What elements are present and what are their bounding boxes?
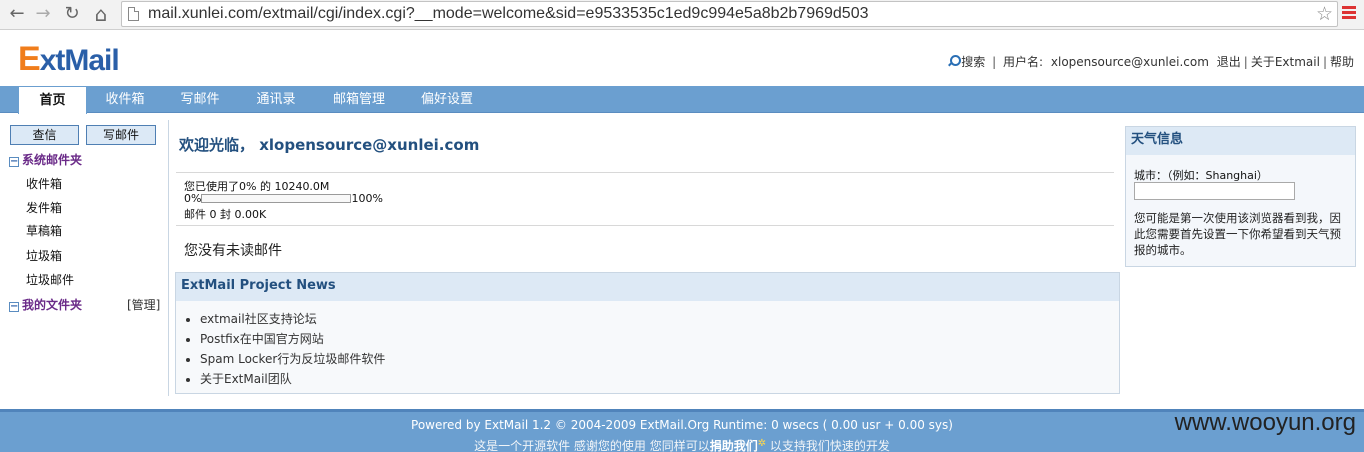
list-item: 关于ExtMail团队 (200, 369, 1119, 389)
browser-menu-icon[interactable] (1342, 6, 1356, 22)
footer: Powered by ExtMail 1.2 © 2004-2009 ExtMa… (0, 409, 1364, 452)
tab-contacts[interactable]: 通讯录 (244, 86, 308, 113)
weather-tip: 您可能是第一次使用该浏览器看到我，因此您需要首先设置一下你希望看到天气预报的城市… (1134, 211, 1341, 257)
sidebar-divider (168, 120, 169, 396)
divider (176, 225, 1114, 226)
top-links: 搜索 | 用户名: xlopensource@xunlei.com 退出 | 关于E… (947, 53, 1354, 70)
news-link[interactable]: 关于ExtMail团队 (200, 372, 292, 386)
help-link[interactable]: 帮助 (1330, 55, 1354, 69)
footer-powered-by: Powered by ExtMail 1.2 © 2004-2009 ExtMa… (411, 418, 953, 432)
user-email: xlopensource@xunlei.com (1050, 55, 1209, 69)
divider (176, 172, 1114, 173)
footer-donate-line: 这是一个开源软件 感谢您的使用 您同样可以捐助我们✲ 以支持我们快速的开发 (474, 438, 890, 452)
list-item: extmail社区支持论坛 (200, 309, 1119, 329)
sparkle-icon: ✲ (757, 438, 767, 449)
news-link[interactable]: Postfix在中国官方网站 (200, 332, 324, 346)
quota-bar-row: 0% 100% (184, 192, 383, 205)
city-input[interactable] (1134, 182, 1295, 200)
list-item: Postfix在中国官方网站 (200, 329, 1119, 349)
folder-drafts[interactable]: 草稿箱 (26, 222, 62, 239)
browser-toolbar: ← → ↻ ⌂ mail.xunlei.com/extmail/cgi/inde… (0, 0, 1364, 30)
city-label: 城市：（例如：Shanghai） (1134, 169, 1268, 182)
user-label: 用户名: (1003, 55, 1044, 69)
collapse-icon[interactable]: − (9, 157, 19, 167)
tab-inbox[interactable]: 收件箱 (92, 86, 158, 113)
folder-trash[interactable]: 垃圾箱 (26, 247, 62, 264)
forward-arrow-icon[interactable]: → (31, 3, 55, 25)
page-icon (128, 7, 139, 21)
search-icon[interactable] (947, 55, 962, 67)
news-link[interactable]: Spam Locker行为反垃圾邮件软件 (200, 352, 385, 366)
weather-title: 天气信息 (1126, 127, 1355, 155)
tab-compose[interactable]: 写邮件 (168, 86, 232, 113)
system-folders-header[interactable]: − 系统邮件夹 (9, 151, 82, 168)
manage-folders-link[interactable]: [管理] (127, 296, 160, 313)
project-news-panel: ExtMail Project News extmail社区支持论坛 Postf… (175, 272, 1120, 394)
news-link[interactable]: extmail社区支持论坛 (200, 312, 317, 326)
welcome-heading: 欢迎光临， xlopensource@xunlei.com (179, 136, 480, 154)
tab-preferences[interactable]: 偏好设置 (410, 86, 484, 113)
watermark: www.wooyun.org (1174, 409, 1356, 436)
back-arrow-icon[interactable]: ← (5, 3, 29, 25)
main-nav: 首页 收件箱 写邮件 通讯录 邮箱管理 偏好设置 (0, 86, 1364, 114)
folder-sent[interactable]: 发件箱 (26, 199, 62, 216)
donate-link[interactable]: 捐助我们 (710, 439, 758, 452)
reload-icon[interactable]: ↻ (60, 3, 84, 25)
quota-min-label: 0% (184, 192, 202, 205)
quota-max-label: 100% (351, 192, 383, 205)
compose-button[interactable]: 写邮件 (86, 125, 156, 145)
tab-mailbox-manage[interactable]: 邮箱管理 (322, 86, 396, 113)
about-link[interactable]: 关于Extmail (1251, 55, 1320, 69)
search-link[interactable]: 搜索 (961, 55, 985, 69)
url-text[interactable]: mail.xunlei.com/extmail/cgi/index.cgi?__… (148, 5, 869, 23)
no-unread-text: 您没有未读邮件 (184, 243, 282, 259)
check-mail-button[interactable]: 查信 (10, 125, 79, 145)
bookmark-star-icon[interactable]: ☆ (1316, 3, 1333, 25)
folder-inbox[interactable]: 收件箱 (26, 175, 62, 192)
extmail-logo: ExtMail (18, 40, 120, 78)
folder-spam[interactable]: 垃圾邮件 (26, 271, 74, 288)
weather-panel: 天气信息 城市：（例如：Shanghai） 您可能是第一次使用该浏览器看到我，因… (1125, 126, 1356, 267)
my-folders-header[interactable]: − 我的文件夹 (9, 296, 82, 313)
home-icon[interactable]: ⌂ (89, 3, 113, 25)
list-item: Spam Locker行为反垃圾邮件软件 (200, 349, 1119, 369)
logout-link[interactable]: 退出 (1217, 55, 1241, 69)
mail-count-text: 邮件 0 封 0.00K (184, 208, 267, 221)
news-list: extmail社区支持论坛 Postfix在中国官方网站 Spam Locker… (200, 309, 1119, 389)
quota-bar (201, 194, 352, 203)
address-bar[interactable]: mail.xunlei.com/extmail/cgi/index.cgi?__… (121, 1, 1338, 27)
tab-home[interactable]: 首页 (18, 86, 87, 114)
collapse-icon[interactable]: − (9, 302, 19, 312)
news-title: ExtMail Project News (176, 273, 1119, 301)
